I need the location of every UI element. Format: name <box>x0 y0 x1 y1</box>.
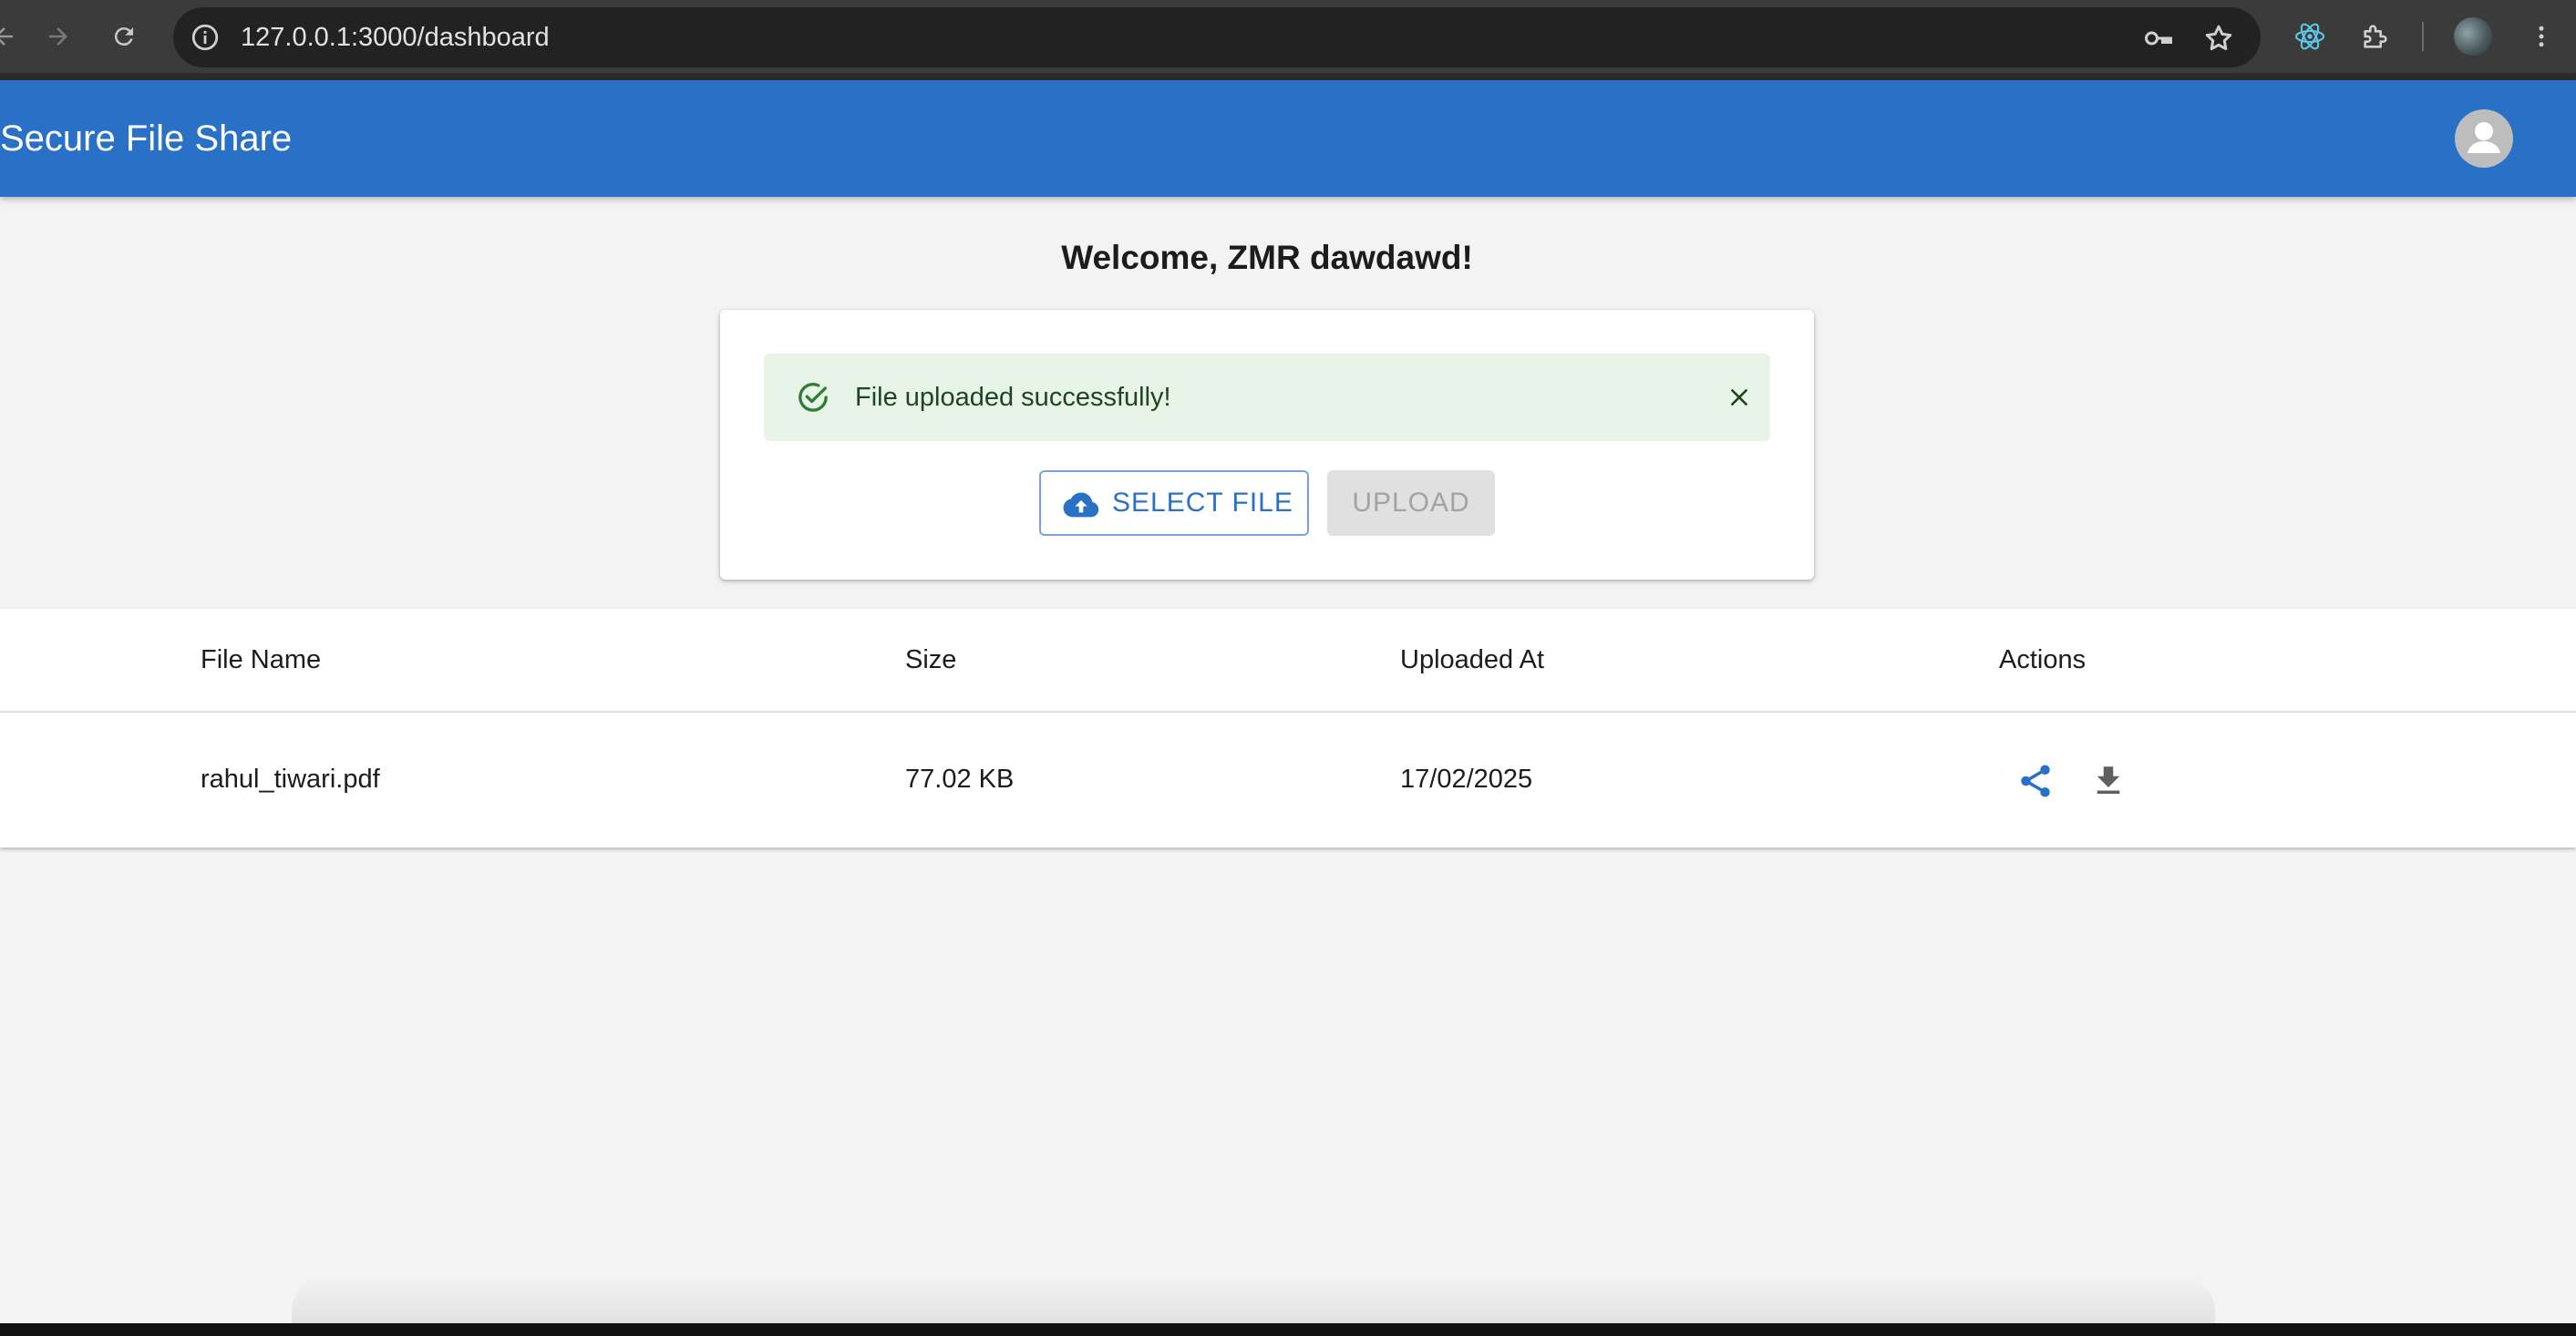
header-divider <box>0 711 2576 713</box>
welcome-heading: Welcome, ZMR dawdawd! <box>1061 239 1473 276</box>
toolbar-bottom-edge <box>0 73 2576 80</box>
forward-arrow-icon[interactable] <box>38 16 78 57</box>
column-header-uploaded-at: Uploaded At <box>1400 645 1545 674</box>
browser-toolbar: 127.0.0.1:3000/dashboard <box>0 0 2576 73</box>
close-icon[interactable] <box>1721 379 1757 416</box>
share-icon[interactable] <box>2014 760 2056 802</box>
success-alert: File uploaded successfully! <box>764 354 1770 441</box>
upload-card: File uploaded successfully! SELECT FILE … <box>720 310 1814 580</box>
profile-avatar[interactable] <box>2454 17 2492 56</box>
back-arrow-icon[interactable] <box>0 16 24 57</box>
extensions-puzzle-icon[interactable] <box>2355 16 2396 57</box>
files-table: File Name Size Uploaded At Actions rahul… <box>0 609 2576 848</box>
column-header-file-name: File Name <box>201 645 322 674</box>
upload-button[interactable]: UPLOAD <box>1327 470 1495 536</box>
cell-file-name: rahul_tiwari.pdf <box>201 765 380 794</box>
react-devtools-icon[interactable] <box>2290 16 2330 57</box>
alert-message: File uploaded successfully! <box>855 383 1171 412</box>
site-info-icon[interactable] <box>190 22 221 53</box>
url-text[interactable]: 127.0.0.1:3000/dashboard <box>241 7 550 67</box>
password-key-icon[interactable] <box>2142 22 2175 55</box>
column-header-size: Size <box>905 645 957 674</box>
address-bar[interactable]: 127.0.0.1:3000/dashboard <box>173 7 2261 67</box>
select-file-button[interactable]: SELECT FILE <box>1039 470 1309 536</box>
account-circle-icon[interactable] <box>2455 109 2513 168</box>
column-header-actions: Actions <box>1999 645 2087 674</box>
app-bar: Secure File Share <box>0 80 2576 197</box>
reload-icon[interactable] <box>104 16 144 57</box>
check-circle-outline-icon <box>795 379 831 416</box>
select-file-label: SELECT FILE <box>1112 488 1293 518</box>
cloud-upload-icon <box>1063 488 1099 521</box>
download-icon[interactable] <box>2087 760 2129 802</box>
toolbar-divider <box>2422 22 2424 51</box>
app-title: Secure File Share <box>0 118 293 159</box>
bookmark-star-icon[interactable] <box>2202 22 2235 55</box>
cell-size: 77.02 KB <box>905 765 1015 794</box>
cell-uploaded-at: 17/02/2025 <box>1400 765 1533 794</box>
window-bottom-edge <box>0 1323 2576 1336</box>
page-bottom-shadow <box>292 1276 2215 1327</box>
more-vert-icon[interactable] <box>2521 16 2561 57</box>
